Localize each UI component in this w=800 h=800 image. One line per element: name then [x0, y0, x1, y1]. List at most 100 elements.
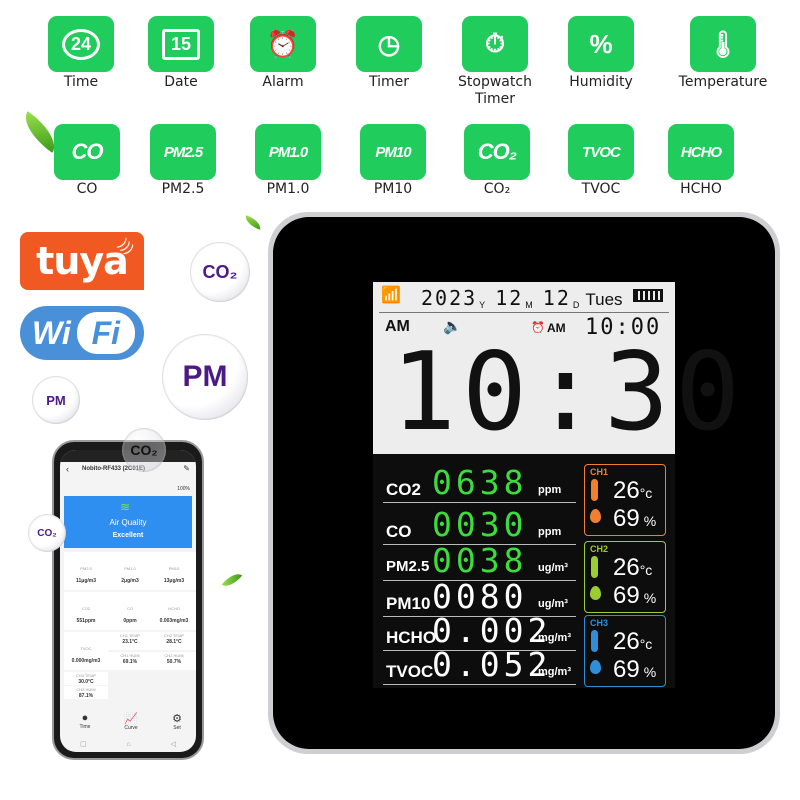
alarm-clock-icon-glyph: ⏰ — [266, 28, 300, 59]
co2-small-bubble: CO₂ — [28, 514, 66, 552]
humidity-drop-icon — [590, 660, 601, 674]
reading-value: 0080 — [432, 577, 528, 616]
tvoc-icon: TVOC — [568, 124, 634, 180]
cell-value: 30.0°C — [78, 679, 94, 685]
date-display: 2023 Y 12 M 12 D Tues — [421, 286, 623, 310]
cell-name: PM2.5 — [80, 566, 92, 571]
calendar-icon-glyph: 15 — [161, 28, 201, 60]
tuya-logo-text: tuya — [36, 239, 129, 283]
recent-apps-icon[interactable]: ▢ — [80, 740, 87, 748]
humidity-drop-icon-glyph: % — [589, 28, 613, 59]
co2-icon-glyph: CO₂ — [477, 139, 517, 164]
pm10-small-icon: PM1.0 — [255, 124, 321, 180]
channel-ch2: CH2 26°c 69% — [584, 541, 666, 613]
pm-small-bubble-text: PM — [46, 392, 66, 408]
humidity-value: 69 — [613, 656, 640, 683]
android-nav-bar: ▢ ⌂ ◁ — [60, 736, 196, 752]
cell-value: 50.7% — [166, 659, 182, 665]
phone-data-cell: PM2.5 11μg/m3 — [64, 552, 108, 590]
co2-bubble: CO₂ — [190, 242, 250, 302]
leaf-decoration — [243, 215, 263, 230]
nav-back-icon[interactable]: ◁ — [171, 740, 176, 748]
cell-name: CO2 — [81, 606, 91, 611]
reading-unit: mg/m³ — [538, 666, 571, 678]
feature-label: Stopwatch Timer — [458, 74, 532, 107]
timer-icon: ◷ — [356, 16, 422, 72]
feature-label: Timer — [368, 74, 410, 90]
home-icon[interactable]: ⌂ — [126, 741, 130, 748]
wifi-logo-left: Wi — [32, 314, 71, 351]
cell-name: CO — [127, 606, 133, 611]
temperature-unit: °c — [639, 636, 653, 652]
lcd-clock-panel: 📶 2023 Y 12 M 12 D Tues AM 🔈 ⏰ AM 10:00 10:… — [373, 282, 740, 454]
weekday: Tues — [585, 290, 623, 309]
calendar-icon: 15 — [148, 16, 214, 72]
edit-icon[interactable]: ✎ — [183, 464, 190, 473]
battery-icon — [633, 289, 663, 302]
year-unit: Y — [479, 300, 486, 310]
feature-label: Temperature — [678, 74, 768, 90]
phone-data-cell: TVOC 0.000mg/m3 — [64, 632, 108, 670]
feature-label: PM1.0 — [266, 181, 310, 197]
air-quality-card: ≋ Air Quality Excellent — [64, 496, 192, 548]
cell-value: 2μg/m3 — [121, 578, 139, 584]
channel-name: CH1 — [590, 467, 609, 477]
reading-value: 0.002 — [432, 611, 552, 650]
thermometer-icon-glyph: 🌡 — [706, 28, 740, 59]
gear-icon: ⚙ — [172, 713, 182, 725]
reading-value: 0030 — [432, 505, 528, 544]
cell-name: CH1 TEMP — [119, 633, 141, 638]
temperature-unit: °c — [639, 485, 653, 501]
reading-label: HCHO — [386, 628, 437, 647]
timer-icon-glyph: ◷ — [377, 28, 401, 59]
nav-label: Time — [79, 724, 91, 730]
back-icon[interactable]: ‹ — [66, 464, 69, 474]
reading-label: CO — [386, 522, 412, 541]
co-icon-glyph: CO — [71, 139, 104, 164]
cell-value: 551ppm — [76, 618, 96, 624]
pm10-small-icon-glyph: PM1.0 — [268, 143, 308, 161]
humidity-unit: % — [643, 590, 657, 606]
cell-name: TVOC — [80, 646, 92, 651]
chart-icon: 📈 — [124, 713, 138, 725]
nav-label: Curve — [124, 725, 138, 731]
pm-big-bubble-text: PM — [182, 360, 228, 393]
phone-screen: ‹ Nobito-RF433 (2C01E) ✎ 100% ≋ Air Qual… — [60, 450, 196, 752]
cell-name: HCHO — [168, 606, 180, 611]
phone-data-cell: CH1 HUMI 69.1% — [108, 652, 152, 670]
clock-icon: ● — [81, 712, 89, 724]
humidity-drop-icon — [590, 586, 601, 600]
temperature-unit: °c — [639, 562, 653, 578]
stopwatch-icon-glyph: ⏱ — [484, 28, 506, 58]
day-value: 12 — [542, 286, 571, 310]
cell-value: 13μg/m3 — [163, 578, 185, 584]
co-icon: CO — [54, 124, 120, 180]
tvoc-icon-glyph: TVOC — [582, 143, 621, 161]
nav-item-set[interactable]: ⚙ Set — [162, 712, 192, 731]
nav-item-curve[interactable]: 📈 Curve — [116, 712, 146, 731]
reading-value: 0.052 — [432, 645, 552, 684]
cell-value: 0.003mg/m3 — [159, 618, 189, 624]
nav-item-time[interactable]: ● Time — [70, 712, 100, 730]
cell-name: PM10 — [168, 566, 180, 571]
humidity-drop-icon — [590, 509, 601, 523]
phone-data-cell: CH3 HUMI 87.1% — [64, 686, 108, 699]
phone-data-cell: CO2 551ppm — [64, 592, 108, 630]
temperature-value: 26 — [613, 628, 640, 655]
cell-name: CH3 HUMI — [76, 687, 96, 692]
phone-data-cell: PM1.0 2μg/m3 — [108, 552, 152, 590]
air-quality-status: Excellent — [112, 532, 144, 539]
wifi-logo-right: Fi — [91, 314, 121, 351]
temperature-value: 26 — [613, 554, 640, 581]
cell-value: 87.1% — [78, 693, 94, 699]
pm10-icon: PM10 — [360, 124, 426, 180]
channel-name: CH2 — [590, 544, 609, 554]
channel-temperature: 26°c — [613, 477, 652, 505]
cell-name: CH1 HUMI — [120, 653, 140, 658]
hcho-icon: HCHO — [668, 124, 734, 180]
reading-divider — [383, 502, 576, 503]
leaf-decoration — [221, 569, 243, 591]
channel-humidity: 69% — [613, 656, 656, 684]
temperature-value: 26 — [613, 477, 640, 504]
stopwatch-icon: ⏱ — [462, 16, 528, 72]
